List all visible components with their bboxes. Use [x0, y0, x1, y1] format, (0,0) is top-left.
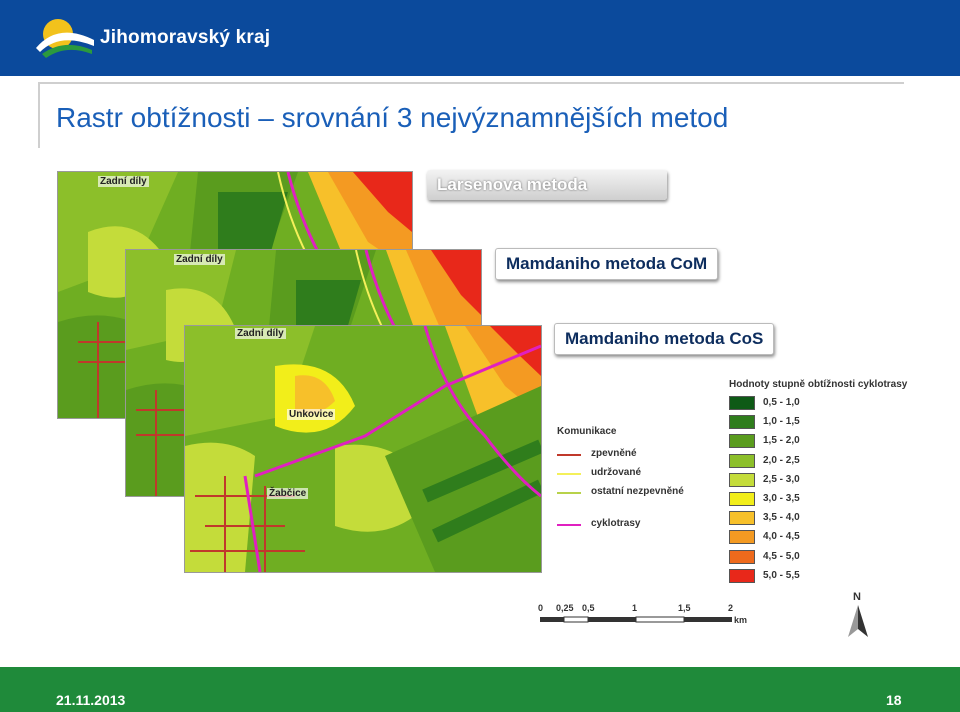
- legend-label: 4,0 - 4,5: [763, 531, 800, 543]
- scale-unit: km: [734, 615, 748, 625]
- north-arrow-icon: [848, 605, 868, 637]
- place-label: Unkovice: [287, 409, 336, 420]
- legend-swatch: [729, 511, 755, 526]
- legend-swatch: [729, 568, 755, 583]
- slide-title: Rastr obtížnosti – srovnání 3 nejvýznamn…: [56, 102, 729, 133]
- roads-legend-title: Komunikace: [557, 426, 617, 437]
- legend-swatch: [729, 415, 755, 430]
- legend-label: 5,0 - 5,5: [763, 569, 800, 581]
- scale-bar: 0 0,25 0,5 1 1,5 2 km: [536, 603, 756, 627]
- road-legend-label: cyklotrasy: [591, 518, 641, 529]
- method-label-mamdani-com: Mamdaniho metoda CoM: [495, 248, 719, 280]
- legend-title: Hodnoty stupně obtížnosti cyklotrasy: [729, 379, 908, 390]
- legend-label: 1,0 - 1,5: [763, 416, 800, 428]
- legend-label: 4,5 - 5,0: [763, 550, 800, 562]
- legend-label: 2,5 - 3,0: [763, 473, 800, 485]
- page-number: 18: [886, 692, 902, 708]
- legend-swatch: [729, 396, 755, 410]
- road-legend-label: zpevněné: [591, 448, 637, 459]
- place-label: Žabčice: [267, 488, 309, 499]
- road-line-symbol: [557, 524, 581, 526]
- legend-swatch: [729, 549, 755, 564]
- title-frame-top: [38, 82, 904, 84]
- map-mamdani-cos: Zadní díly Unkovice Žabčice: [184, 325, 542, 573]
- title-frame-left: [38, 82, 40, 148]
- header-bar: Jihomoravský kraj: [0, 0, 960, 76]
- road-line-symbol: [557, 492, 581, 494]
- north-label: N: [853, 591, 861, 603]
- legend-label: 2,0 - 2,5: [763, 454, 800, 466]
- place-label: Zadní díly: [98, 176, 149, 187]
- legend-label: 1,5 - 2,0: [763, 435, 800, 447]
- north-arrow: N: [846, 591, 870, 637]
- road-legend-label: udržované: [591, 467, 642, 478]
- place-label: Zadní díly: [174, 254, 225, 265]
- legend-label: 0,5 - 1,0: [763, 397, 800, 408]
- road-line-symbol: [557, 473, 581, 475]
- road-legend-label: ostatní nezpevněné: [591, 486, 684, 497]
- road-line-symbol: [557, 454, 581, 456]
- legend-label: 3,5 - 4,0: [763, 512, 800, 524]
- method-label-mamdani-cos: Mamdaniho metoda CoS: [554, 323, 775, 355]
- legend-label: 3,0 - 3,5: [763, 493, 800, 504]
- method-label-larsen: Larsenova metoda: [427, 170, 667, 200]
- region-logo-icon: [36, 19, 94, 58]
- footer-date: 21.11.2013: [56, 692, 126, 708]
- legend-swatch: [729, 492, 755, 506]
- legend-swatch: [729, 530, 755, 545]
- legend-swatch: [729, 434, 755, 449]
- brand-name: Jihomoravský kraj: [100, 27, 271, 48]
- footer-bar: [0, 667, 960, 712]
- legend-swatch: [729, 453, 755, 468]
- legend-swatch: [729, 472, 755, 487]
- place-label: Zadní díly: [235, 328, 286, 339]
